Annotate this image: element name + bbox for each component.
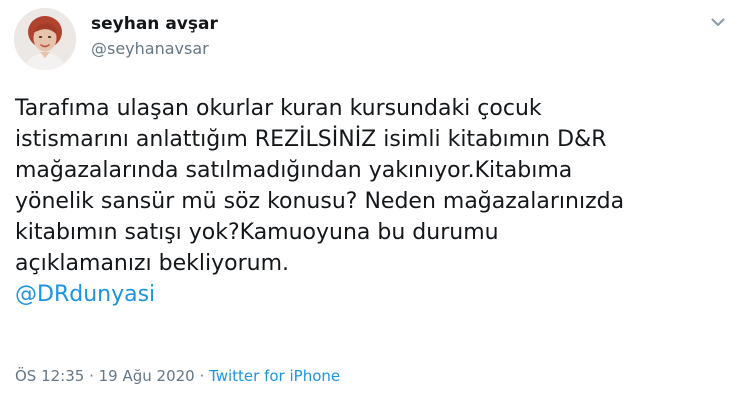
- tweet-text-line: kitabımın satışı yok?Kamuoyuna bu durumu: [15, 220, 499, 245]
- tweet-text-line: açıklamanızı bekliyorum.: [15, 251, 290, 276]
- tweet-text-line: istismarını anlattığım REZİLSİNİZ isimli…: [15, 127, 607, 152]
- tweet-menu-button[interactable]: [706, 10, 730, 34]
- avatar-image: [14, 8, 76, 70]
- tweet-text-line: yönelik sansür mü söz konusu? Neden mağa…: [15, 189, 625, 214]
- tweet-text-line: Tarafıma ulaşan okurlar kuran kursundaki…: [15, 96, 542, 121]
- meta-separator: ·: [84, 367, 99, 385]
- tweet-text: Tarafıma ulaşan okurlar kuran kursundaki…: [15, 93, 715, 310]
- avatar[interactable]: [14, 8, 76, 70]
- author-display-name[interactable]: seyhan avşar: [91, 14, 218, 34]
- tweet-text-line: mağazalarında satılmadığından yakınıyor.…: [15, 158, 573, 183]
- mention-link[interactable]: @DRdunyasi: [15, 282, 155, 307]
- tweet-card: seyhan avşar @seyhanavsar Tarafıma ulaşa…: [0, 0, 739, 404]
- tweet-time[interactable]: ÖS 12:35: [15, 367, 84, 385]
- tweet-source-link[interactable]: Twitter for iPhone: [209, 367, 340, 385]
- tweet-metadata: ÖS 12:35 · 19 Ağu 2020 · Twitter for iPh…: [15, 367, 340, 385]
- tweet-date[interactable]: 19 Ağu 2020: [99, 367, 195, 385]
- author-handle[interactable]: @seyhanavsar: [91, 39, 209, 58]
- chevron-down-icon: [711, 18, 725, 26]
- meta-separator: ·: [194, 367, 210, 385]
